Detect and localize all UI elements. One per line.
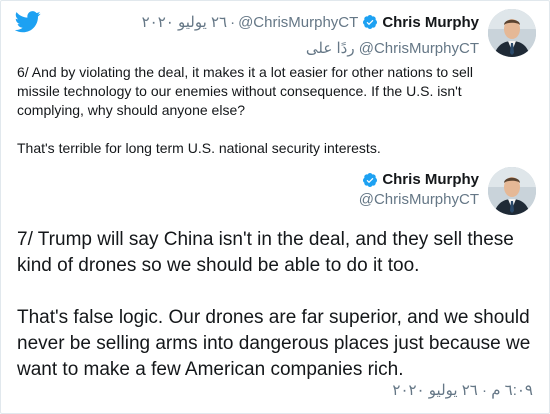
tweet1-handle[interactable]: @ChrisMurphyCT bbox=[238, 14, 358, 31]
tweet1-text: 6/ And by violating the deal, it makes i… bbox=[17, 63, 487, 177]
avatar[interactable] bbox=[488, 167, 536, 215]
verified-badge-icon bbox=[363, 15, 378, 29]
tweet-embed-card: ٢٦ يوليو ٢٠٢٠ · @ChrisMurphyCT Chris Mur… bbox=[0, 0, 550, 414]
tweet1-header: ٢٦ يوليو ٢٠٢٠ · @ChrisMurphyCT Chris Mur… bbox=[142, 13, 479, 32]
author-portrait-icon bbox=[488, 167, 536, 215]
tweet1-author-name[interactable]: Chris Murphy bbox=[382, 14, 479, 31]
avatar[interactable] bbox=[488, 9, 536, 57]
reply-prefix: ردًا على bbox=[305, 40, 355, 57]
reply-handle-link[interactable]: @ChrisMurphyCT bbox=[359, 40, 479, 57]
tweet1-paragraph-2: That's terrible for long term U.S. natio… bbox=[17, 140, 381, 156]
tweet2-paragraph-2: That's false logic. Our drones are far s… bbox=[17, 307, 531, 380]
verified-badge-icon bbox=[363, 172, 378, 187]
tweet2-timestamp[interactable]: ٦:٠٩ م · ٢٦ يوليو ٢٠٢٠ bbox=[392, 381, 533, 399]
tweet2-header: Chris Murphy @ChrisMurphyCT bbox=[358, 171, 479, 208]
separator-dot: · bbox=[230, 13, 236, 31]
tweet2-author-name[interactable]: Chris Murphy bbox=[382, 171, 479, 188]
tweet2-paragraph-1: 7/ Trump will say China isn't in the dea… bbox=[17, 229, 514, 276]
reply-context: ردًا على @ChrisMurphyCT bbox=[306, 39, 479, 57]
tweet1-paragraph-1: 6/ And by violating the deal, it makes i… bbox=[17, 64, 474, 118]
author-portrait-icon bbox=[488, 9, 536, 57]
twitter-bird-icon[interactable] bbox=[15, 11, 41, 33]
tweet2-handle[interactable]: @ChrisMurphyCT bbox=[358, 191, 479, 208]
tweet1-date[interactable]: ٢٦ يوليو ٢٠٢٠ bbox=[142, 13, 227, 31]
